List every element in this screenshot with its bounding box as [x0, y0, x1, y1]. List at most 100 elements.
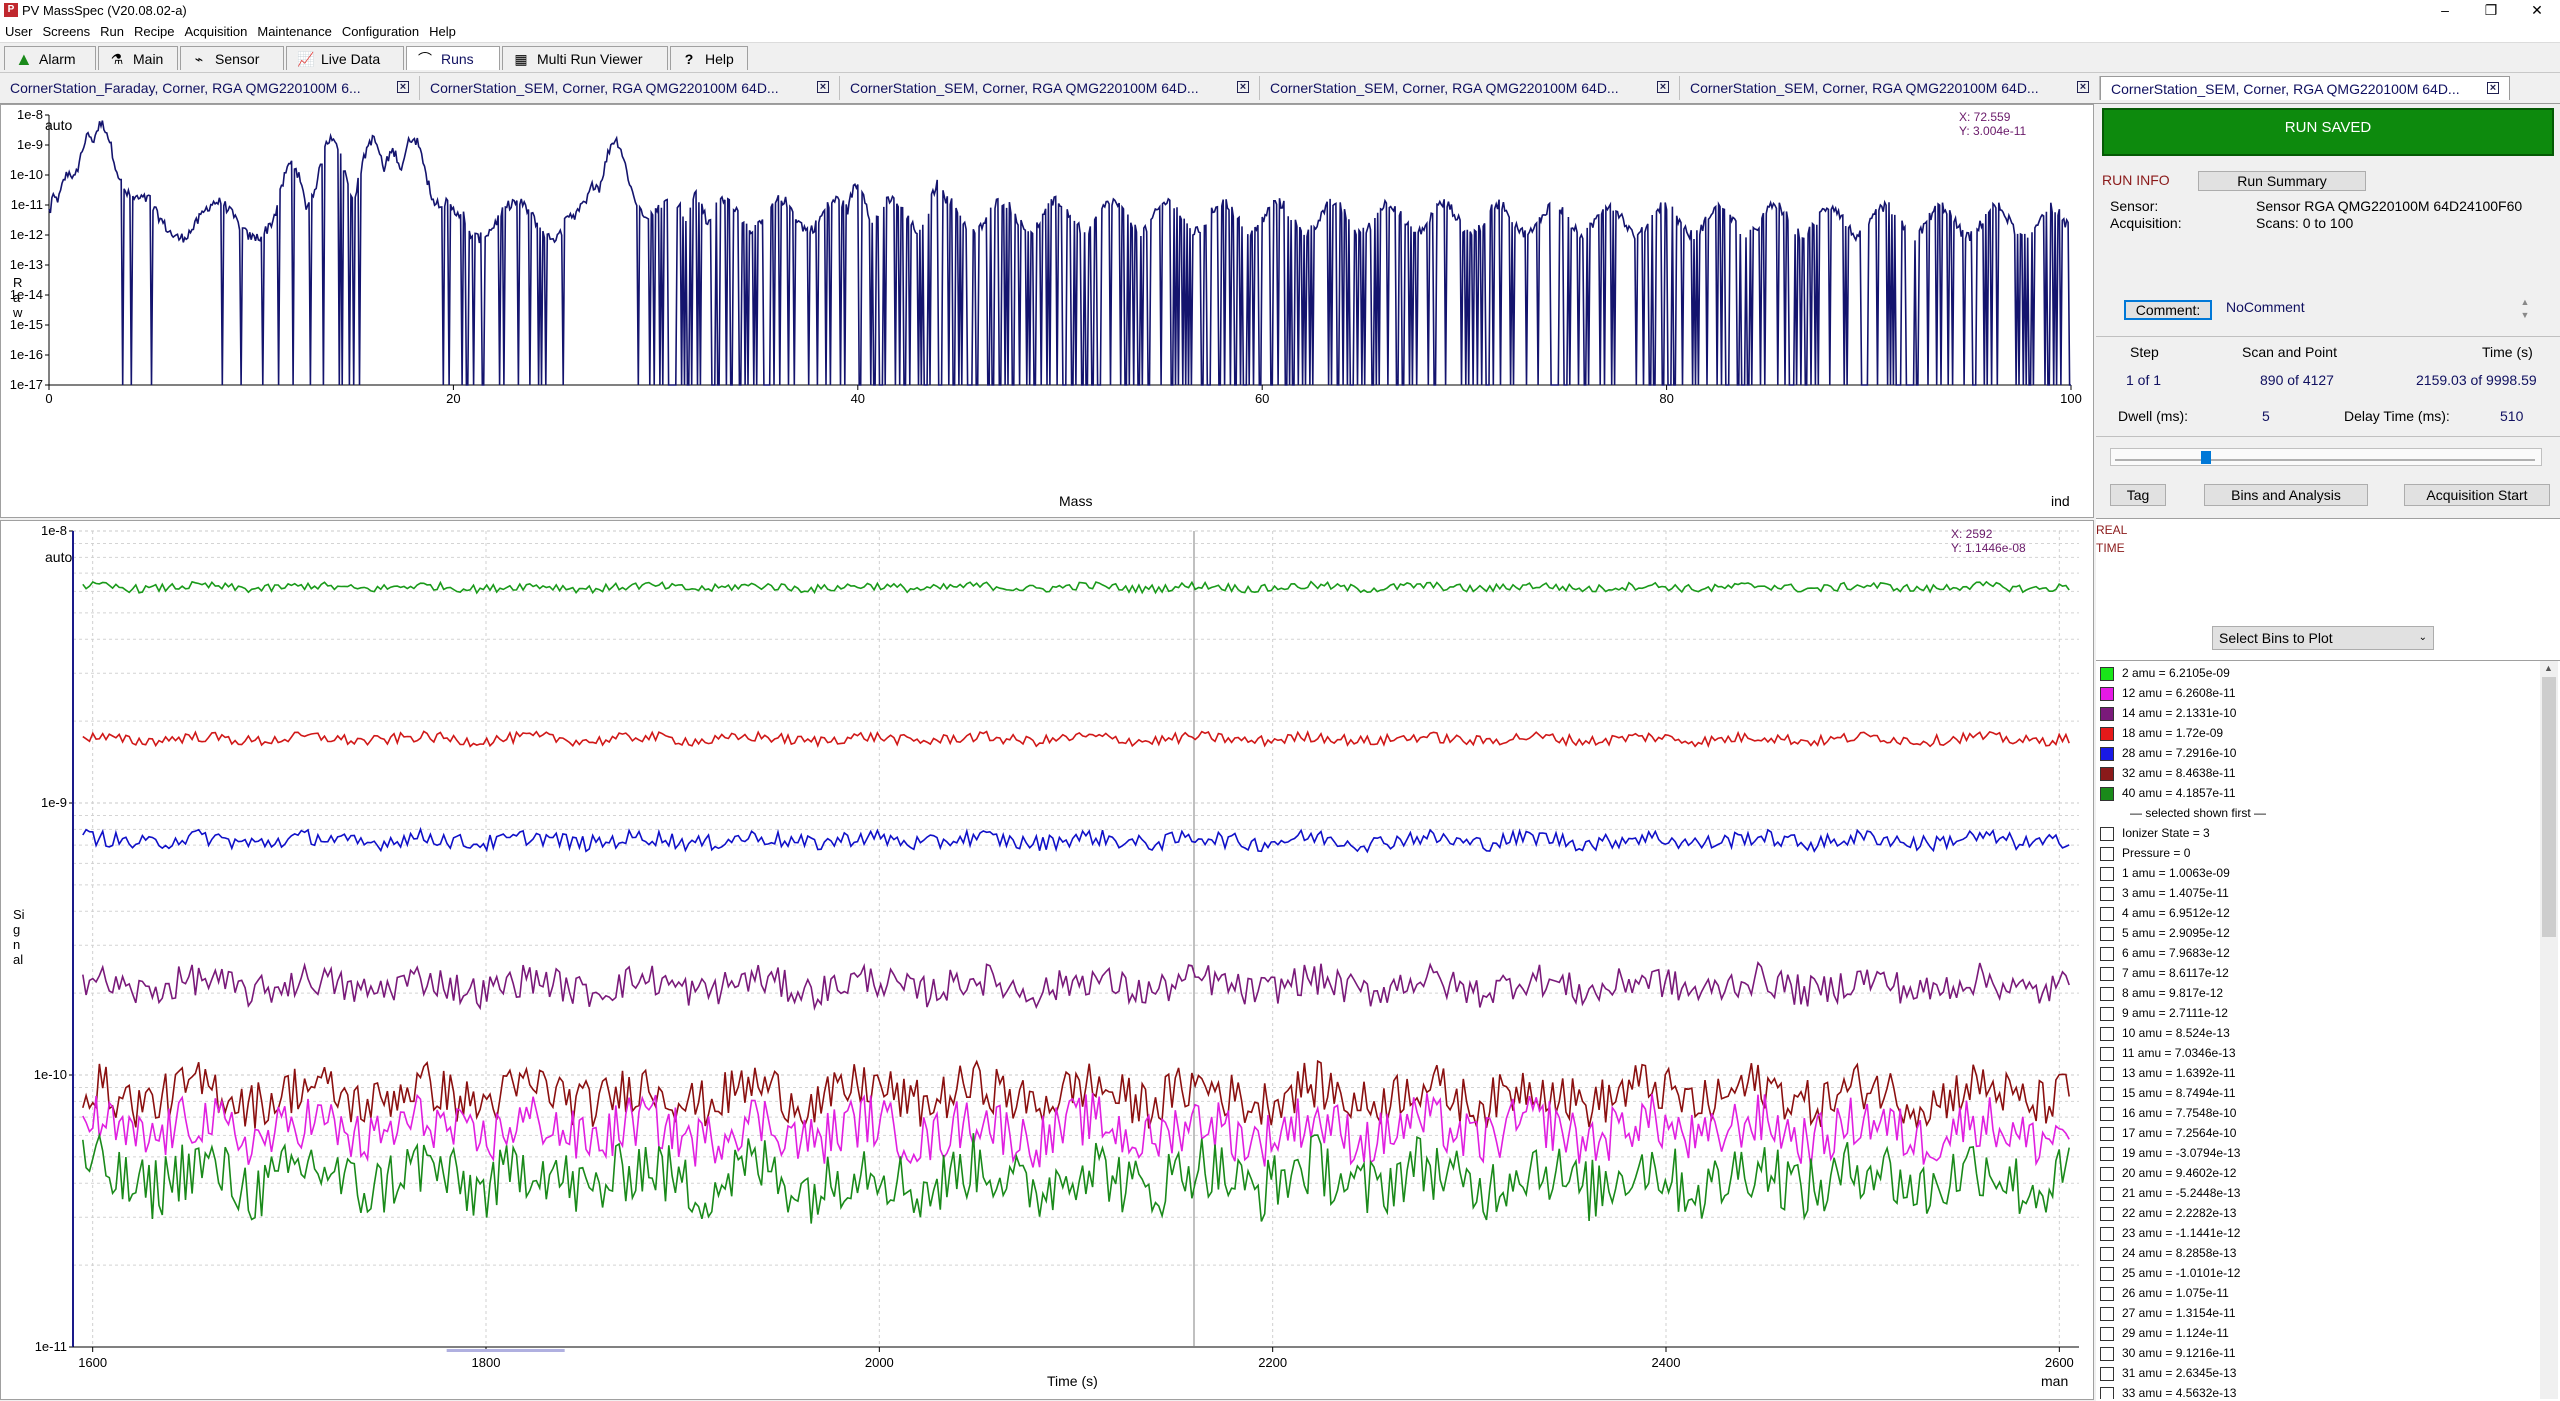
bin-list-item[interactable]: 32 amu = 8.4638e-11 — [2096, 763, 2536, 783]
bin-checkbox[interactable] — [2100, 847, 2114, 861]
bin-list-item[interactable]: 21 amu = -5.2448e-13 — [2096, 1183, 2536, 1203]
close-tab-icon[interactable]: × — [2077, 81, 2089, 93]
bin-list-item[interactable]: 9 amu = 2.7111e-12 — [2096, 1003, 2536, 1023]
bin-list-item[interactable]: Ionizer State = 3 — [2096, 823, 2536, 843]
menu-screens[interactable]: Screens — [37, 22, 95, 42]
menu-help[interactable]: Help — [424, 22, 461, 42]
select-bins-dropdown[interactable]: Select Bins to Plot ⌄ — [2212, 626, 2434, 650]
menu-maintenance[interactable]: Maintenance — [252, 22, 336, 42]
menu-run[interactable]: Run — [95, 22, 129, 42]
menu-recipe[interactable]: Recipe — [129, 22, 179, 42]
bin-checkbox[interactable] — [2100, 927, 2114, 941]
bin-list-item[interactable]: 20 amu = 9.4602e-12 — [2096, 1163, 2536, 1183]
bin-checkbox[interactable] — [2100, 1287, 2114, 1301]
menu-user[interactable]: User — [0, 22, 37, 42]
close-tab-icon[interactable]: × — [397, 81, 409, 93]
close-tab-icon[interactable]: × — [2487, 82, 2499, 94]
bin-list-item[interactable]: 7 amu = 8.6117e-12 — [2096, 963, 2536, 983]
bin-checkbox[interactable] — [2100, 907, 2114, 921]
bin-list-item[interactable]: 26 amu = 1.075e-11 — [2096, 1283, 2536, 1303]
bin-color-swatch[interactable] — [2100, 667, 2114, 681]
run-tab[interactable]: CornerStation_SEM, Corner, RGA QMG220100… — [1260, 76, 1680, 100]
bin-checkbox[interactable] — [2100, 967, 2114, 981]
bins-scrollbar[interactable]: ▲ — [2540, 661, 2558, 1399]
run-tab-active[interactable]: CornerStation_SEM, Corner, RGA QMG220100… — [2100, 76, 2510, 100]
bin-checkbox[interactable] — [2100, 1067, 2114, 1081]
minimize-button[interactable]: – — [2422, 0, 2468, 22]
comment-value[interactable]: NoComment — [2226, 299, 2305, 315]
bin-checkbox[interactable] — [2100, 1167, 2114, 1181]
sensor-button[interactable]: ⌁ Sensor — [180, 46, 284, 70]
bin-list-item[interactable]: 6 amu = 7.9683e-12 — [2096, 943, 2536, 963]
bin-color-swatch[interactable] — [2100, 747, 2114, 761]
menu-acquisition[interactable]: Acquisition — [179, 22, 252, 42]
main-button[interactable]: ⚗ Main — [98, 46, 178, 70]
bin-list-item[interactable]: 25 amu = -1.0101e-12 — [2096, 1263, 2536, 1283]
bin-checkbox[interactable] — [2100, 867, 2114, 881]
menu-configuration[interactable]: Configuration — [337, 22, 424, 42]
close-tab-icon[interactable]: × — [817, 81, 829, 93]
bin-list-item[interactable]: 13 amu = 1.6392e-11 — [2096, 1063, 2536, 1083]
help-button[interactable]: ? Help — [670, 46, 748, 70]
bin-checkbox[interactable] — [2100, 1347, 2114, 1361]
bin-list-item[interactable]: 15 amu = 8.7494e-11 — [2096, 1083, 2536, 1103]
bin-checkbox[interactable] — [2100, 1387, 2114, 1399]
scroll-up-icon[interactable]: ▲ — [2544, 663, 2553, 673]
bin-list-item[interactable]: 10 amu = 8.524e-13 — [2096, 1023, 2536, 1043]
bin-color-swatch[interactable] — [2100, 687, 2114, 701]
bin-list-item[interactable]: 16 amu = 7.7548e-10 — [2096, 1103, 2536, 1123]
bin-list-item[interactable]: 33 amu = 4.5632e-13 — [2096, 1383, 2536, 1399]
bin-checkbox[interactable] — [2100, 1307, 2114, 1321]
bin-list-item[interactable]: 40 amu = 4.1857e-11 — [2096, 783, 2536, 803]
bin-list-item[interactable]: 14 amu = 2.1331e-10 — [2096, 703, 2536, 723]
time-series-chart[interactable]: 1e-8 1e-9 1e-10 1e-11 1600 1800 2000 2200 2400 26… — [1, 521, 2095, 1401]
comment-button[interactable]: Comment: — [2124, 300, 2212, 320]
close-button[interactable]: ✕ — [2514, 0, 2560, 22]
bin-list-item[interactable]: 18 amu = 1.72e-09 — [2096, 723, 2536, 743]
bin-checkbox[interactable] — [2100, 1187, 2114, 1201]
bin-color-swatch[interactable] — [2100, 727, 2114, 741]
bin-checkbox[interactable] — [2100, 1007, 2114, 1021]
bin-list-item[interactable]: 4 amu = 6.9512e-12 — [2096, 903, 2536, 923]
bin-checkbox[interactable] — [2100, 1207, 2114, 1221]
bin-checkbox[interactable] — [2100, 1127, 2114, 1141]
time-series-plot[interactable]: 1e-8 1e-9 1e-10 1e-11 1600 1800 2000 2200 2400 26… — [0, 520, 2094, 1400]
bin-checkbox[interactable] — [2100, 987, 2114, 1001]
bin-checkbox[interactable] — [2100, 1267, 2114, 1281]
bin-list-item[interactable]: Pressure = 0 — [2096, 843, 2536, 863]
bin-list-item[interactable]: 29 amu = 1.124e-11 — [2096, 1323, 2536, 1343]
bin-checkbox[interactable] — [2100, 1367, 2114, 1381]
live-data-button[interactable]: 📈 Live Data — [286, 46, 404, 70]
bin-checkbox[interactable] — [2100, 887, 2114, 901]
tag-button[interactable]: Tag — [2110, 484, 2166, 506]
bin-color-swatch[interactable] — [2100, 787, 2114, 801]
bin-checkbox[interactable] — [2100, 1107, 2114, 1121]
bin-checkbox[interactable] — [2100, 1247, 2114, 1261]
scrollbar-thumb[interactable] — [2542, 677, 2556, 937]
multi-run-viewer-button[interactable]: ▦ Multi Run Viewer — [502, 46, 668, 70]
run-tab[interactable]: CornerStation_SEM, Corner, RGA QMG220100… — [1680, 76, 2100, 100]
bin-list-item[interactable]: 22 amu = 2.2282e-13 — [2096, 1203, 2536, 1223]
bin-list-item[interactable]: 17 amu = 7.2564e-10 — [2096, 1123, 2536, 1143]
bin-checkbox[interactable] — [2100, 1047, 2114, 1061]
scan-slider[interactable] — [2110, 448, 2542, 466]
bin-list-item[interactable]: 23 amu = -1.1441e-12 — [2096, 1223, 2536, 1243]
bin-list-item[interactable]: 3 amu = 1.4075e-11 — [2096, 883, 2536, 903]
acquisition-start-button[interactable]: Acquisition Start — [2404, 484, 2550, 506]
slider-thumb[interactable] — [2201, 451, 2212, 464]
run-tab[interactable]: CornerStation_SEM, Corner, RGA QMG220100… — [840, 76, 1260, 100]
bin-list-item[interactable]: 31 amu = 2.6345e-13 — [2096, 1363, 2536, 1383]
maximize-button[interactable]: ❐ — [2468, 0, 2514, 22]
comment-spinner-icon[interactable]: ▲ ▼ — [2518, 296, 2532, 324]
bins-list[interactable]: 2 amu = 6.2105e-09 12 amu = 6.2608e-11 14 … — [2096, 660, 2560, 1401]
bin-list-item[interactable]: 24 amu = 8.2858e-13 — [2096, 1243, 2536, 1263]
mass-spectrum-chart[interactable]: 1e-81e-91e-101e-111e-121e-131e-141e-151e… — [1, 105, 2095, 519]
alarm-button[interactable]: ▲ Alarm — [4, 46, 96, 70]
bin-list-item[interactable]: 5 amu = 2.9095e-12 — [2096, 923, 2536, 943]
bin-list-item[interactable]: 11 amu = 7.0346e-13 — [2096, 1043, 2536, 1063]
bin-checkbox[interactable] — [2100, 827, 2114, 841]
bin-checkbox[interactable] — [2100, 1327, 2114, 1341]
bin-color-swatch[interactable] — [2100, 767, 2114, 781]
bin-list-item[interactable]: 27 amu = 1.3154e-11 — [2096, 1303, 2536, 1323]
bin-checkbox[interactable] — [2100, 1087, 2114, 1101]
